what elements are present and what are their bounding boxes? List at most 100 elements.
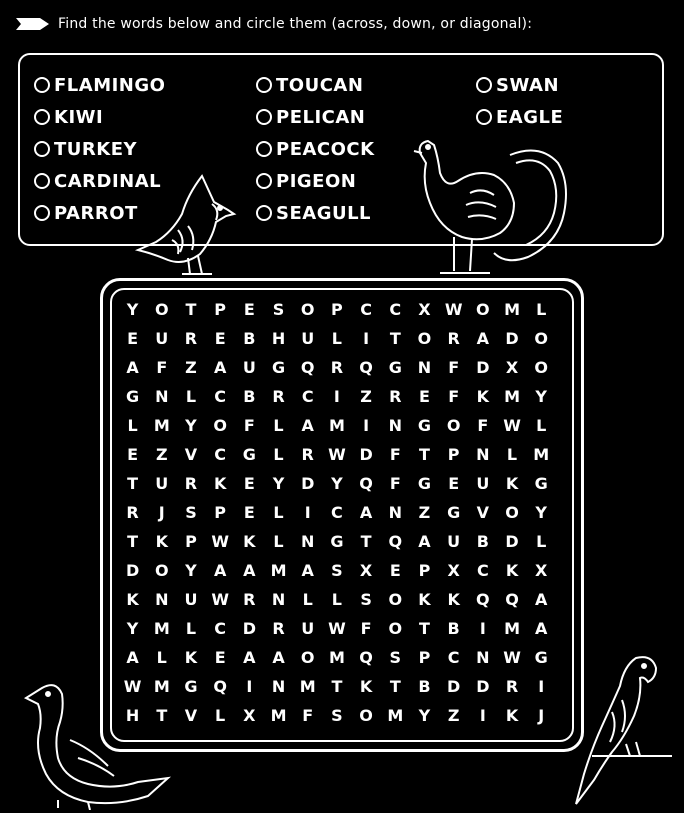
grid-cell[interactable]: D bbox=[497, 324, 526, 353]
grid-cell[interactable]: G bbox=[381, 353, 410, 382]
grid-cell[interactable]: X bbox=[410, 295, 439, 324]
grid-cell[interactable]: N bbox=[293, 527, 322, 556]
grid-cell[interactable]: O bbox=[468, 295, 497, 324]
grid-cell[interactable]: V bbox=[468, 498, 497, 527]
grid-cell[interactable]: R bbox=[176, 469, 205, 498]
grid-cell[interactable]: S bbox=[381, 643, 410, 672]
grid-cell[interactable]: K bbox=[497, 701, 526, 730]
grid-cell[interactable]: K bbox=[147, 527, 176, 556]
grid-cell[interactable]: O bbox=[206, 411, 235, 440]
grid-cell[interactable]: M bbox=[497, 614, 526, 643]
grid-cell[interactable]: M bbox=[147, 614, 176, 643]
grid-cell[interactable]: O bbox=[352, 701, 381, 730]
grid-cell[interactable]: N bbox=[468, 440, 497, 469]
grid-cell[interactable]: T bbox=[410, 614, 439, 643]
grid-cell[interactable]: A bbox=[118, 353, 147, 382]
word-item[interactable]: PEACOCK bbox=[256, 137, 375, 161]
grid-cell[interactable]: C bbox=[381, 295, 410, 324]
word-item[interactable]: EAGLE bbox=[476, 105, 563, 129]
grid-cell[interactable]: B bbox=[439, 614, 468, 643]
grid-cell[interactable]: D bbox=[497, 527, 526, 556]
grid-cell[interactable]: L bbox=[206, 701, 235, 730]
grid-cell[interactable]: F bbox=[293, 701, 322, 730]
grid-cell[interactable]: F bbox=[235, 411, 264, 440]
grid-cell[interactable]: N bbox=[381, 498, 410, 527]
grid-cell[interactable]: X bbox=[439, 556, 468, 585]
checkbox-circle-icon[interactable] bbox=[34, 173, 50, 189]
checkbox-circle-icon[interactable] bbox=[256, 205, 272, 221]
grid-cell[interactable]: R bbox=[176, 324, 205, 353]
grid-cell[interactable]: H bbox=[264, 324, 293, 353]
grid-cell[interactable]: A bbox=[410, 527, 439, 556]
grid-cell[interactable]: R bbox=[381, 382, 410, 411]
grid-cell[interactable]: O bbox=[527, 353, 556, 382]
grid-cell[interactable]: L bbox=[264, 411, 293, 440]
grid-cell[interactable]: Z bbox=[410, 498, 439, 527]
grid-cell[interactable]: L bbox=[527, 527, 556, 556]
grid-cell[interactable]: Q bbox=[293, 353, 322, 382]
grid-cell[interactable]: O bbox=[147, 295, 176, 324]
grid-cell[interactable]: L bbox=[322, 324, 351, 353]
grid-cell[interactable]: F bbox=[352, 614, 381, 643]
grid-cell[interactable]: A bbox=[264, 643, 293, 672]
grid-cell[interactable]: D bbox=[118, 556, 147, 585]
grid-cell[interactable]: U bbox=[439, 527, 468, 556]
grid-cell[interactable]: Y bbox=[410, 701, 439, 730]
grid-cell[interactable]: L bbox=[147, 643, 176, 672]
grid-cell[interactable]: K bbox=[410, 585, 439, 614]
grid-cell[interactable]: R bbox=[264, 382, 293, 411]
grid-cell[interactable]: D bbox=[293, 469, 322, 498]
grid-cell[interactable]: V bbox=[176, 440, 205, 469]
grid-cell[interactable]: U bbox=[176, 585, 205, 614]
grid-cell[interactable]: I bbox=[352, 411, 381, 440]
grid-cell[interactable]: E bbox=[235, 295, 264, 324]
grid-cell[interactable]: U bbox=[293, 324, 322, 353]
grid-cell[interactable]: B bbox=[410, 672, 439, 701]
word-item[interactable]: PELICAN bbox=[256, 105, 365, 129]
checkbox-circle-icon[interactable] bbox=[34, 141, 50, 157]
grid-cell[interactable]: L bbox=[118, 411, 147, 440]
grid-cell[interactable]: P bbox=[176, 527, 205, 556]
checkbox-circle-icon[interactable] bbox=[256, 173, 272, 189]
checkbox-circle-icon[interactable] bbox=[256, 141, 272, 157]
grid-cell[interactable]: R bbox=[264, 614, 293, 643]
grid-cell[interactable]: M bbox=[527, 440, 556, 469]
grid-cell[interactable]: G bbox=[118, 382, 147, 411]
grid-cell[interactable]: M bbox=[497, 295, 526, 324]
grid-cell[interactable]: S bbox=[322, 701, 351, 730]
grid-cell[interactable]: E bbox=[410, 382, 439, 411]
grid-cell[interactable]: E bbox=[118, 440, 147, 469]
grid-cell[interactable]: L bbox=[527, 411, 556, 440]
grid-cell[interactable]: Q bbox=[206, 672, 235, 701]
grid-cell[interactable]: O bbox=[527, 324, 556, 353]
grid-cell[interactable]: K bbox=[235, 527, 264, 556]
grid-cell[interactable]: T bbox=[322, 672, 351, 701]
grid-cell[interactable]: F bbox=[381, 469, 410, 498]
grid-cell[interactable]: Y bbox=[527, 382, 556, 411]
grid-cell[interactable]: K bbox=[176, 643, 205, 672]
grid-cell[interactable]: O bbox=[439, 411, 468, 440]
checkbox-circle-icon[interactable] bbox=[476, 77, 492, 93]
grid-cell[interactable]: N bbox=[264, 585, 293, 614]
word-item[interactable]: KIWI bbox=[34, 105, 103, 129]
grid-cell[interactable]: R bbox=[497, 672, 526, 701]
grid-cell[interactable]: L bbox=[176, 382, 205, 411]
grid-cell[interactable]: E bbox=[381, 556, 410, 585]
grid-cell[interactable]: Y bbox=[264, 469, 293, 498]
word-item[interactable]: TURKEY bbox=[34, 137, 137, 161]
grid-cell[interactable]: T bbox=[176, 295, 205, 324]
word-item[interactable]: TOUCAN bbox=[256, 73, 363, 97]
grid-cell[interactable]: M bbox=[264, 701, 293, 730]
grid-cell[interactable]: W bbox=[497, 643, 526, 672]
grid-cell[interactable]: A bbox=[235, 556, 264, 585]
grid-cell[interactable]: O bbox=[147, 556, 176, 585]
word-item[interactable]: PARROT bbox=[34, 201, 138, 225]
grid-cell[interactable]: Q bbox=[468, 585, 497, 614]
grid-cell[interactable]: C bbox=[439, 643, 468, 672]
grid-cell[interactable]: N bbox=[147, 585, 176, 614]
grid-cell[interactable]: L bbox=[497, 440, 526, 469]
grid-cell[interactable]: P bbox=[410, 643, 439, 672]
grid-cell[interactable]: N bbox=[264, 672, 293, 701]
grid-cell[interactable]: N bbox=[468, 643, 497, 672]
grid-cell[interactable]: P bbox=[410, 556, 439, 585]
